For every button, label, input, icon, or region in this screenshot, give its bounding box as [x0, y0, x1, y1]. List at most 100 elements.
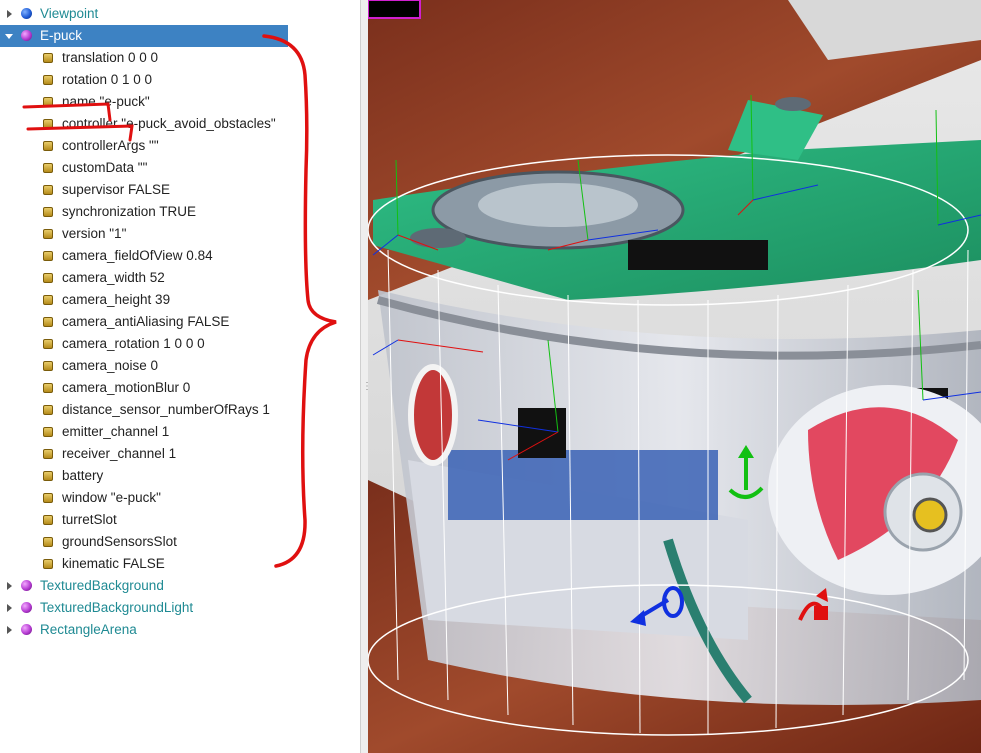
field-label: kinematic FALSE: [62, 556, 165, 571]
field-icon: [43, 493, 53, 503]
field-icon: [43, 449, 53, 459]
field-label: camera_height 39: [62, 292, 171, 307]
field-icon: [43, 185, 53, 195]
3d-viewport[interactable]: [368, 0, 981, 753]
expand-arrow-icon[interactable]: [7, 626, 12, 634]
expand-arrow-icon[interactable]: [7, 604, 12, 612]
field-row[interactable]: camera_antiAliasing FALSE: [0, 311, 360, 333]
expand-arrow-icon[interactable]: [7, 10, 12, 18]
purple-sphere-icon: [21, 580, 32, 591]
field-row[interactable]: turretSlot: [0, 509, 360, 531]
field-label: camera_antiAliasing FALSE: [62, 314, 230, 329]
field-icon: [43, 295, 53, 305]
field-row[interactable]: groundSensorsSlot: [0, 531, 360, 553]
field-row[interactable]: camera_height 39: [0, 289, 360, 311]
field-icon: [43, 339, 53, 349]
field-row[interactable]: camera_width 52: [0, 267, 360, 289]
field-row[interactable]: distance_sensor_numberOfRays 1: [0, 399, 360, 421]
field-label: synchronization TRUE: [62, 204, 197, 219]
field-row[interactable]: camera_fieldOfView 0.84: [0, 245, 360, 267]
field-row[interactable]: receiver_channel 1: [0, 443, 360, 465]
field-label: camera_fieldOfView 0.84: [62, 248, 213, 263]
scene-tree-panel[interactable]: Viewpoint E-puck translation 0 0 0 rotat…: [0, 0, 360, 753]
field-icon: [43, 515, 53, 525]
field-label: name "e-puck": [62, 94, 150, 109]
field-icon: [43, 141, 53, 151]
field-row[interactable]: version "1": [0, 223, 360, 245]
field-row[interactable]: camera_motionBlur 0: [0, 377, 360, 399]
field-row[interactable]: window "e-puck": [0, 487, 360, 509]
camera-overlay-icon[interactable]: [368, 0, 421, 19]
field-label: customData "": [62, 160, 148, 175]
field-row[interactable]: translation 0 0 0: [0, 47, 360, 69]
field-row[interactable]: supervisor FALSE: [0, 179, 360, 201]
panel-splitter[interactable]: ⋮: [360, 0, 372, 753]
field-row[interactable]: battery: [0, 465, 360, 487]
field-row[interactable]: camera_rotation 1 0 0 0: [0, 333, 360, 355]
field-icon: [43, 383, 53, 393]
field-label: camera_noise 0: [62, 358, 159, 373]
tree-node-viewpoint[interactable]: Viewpoint: [0, 3, 360, 25]
field-label: version "1": [62, 226, 127, 241]
field-label: rotation 0 1 0 0: [62, 72, 153, 87]
purple-sphere-icon: [21, 30, 32, 41]
field-label: camera_rotation 1 0 0 0: [62, 336, 205, 351]
node-label: Viewpoint: [40, 6, 99, 21]
field-icon: [43, 427, 53, 437]
field-row[interactable]: kinematic FALSE: [0, 553, 360, 575]
field-label: camera_motionBlur 0: [62, 380, 191, 395]
field-icon: [43, 97, 53, 107]
screw-head: [410, 228, 466, 248]
field-label: emitter_channel 1: [62, 424, 170, 439]
field-icon: [43, 229, 53, 239]
field-row[interactable]: customData "": [0, 157, 360, 179]
node-label: E-puck: [40, 28, 83, 43]
field-row[interactable]: rotation 0 1 0 0: [0, 69, 360, 91]
field-label: controllerArgs "": [62, 138, 159, 153]
field-icon: [43, 559, 53, 569]
purple-sphere-icon: [21, 624, 32, 635]
field-label: battery: [62, 468, 104, 483]
field-row[interactable]: controller "e-puck_avoid_obstacles": [0, 113, 360, 135]
purple-sphere-icon: [21, 602, 32, 613]
field-icon: [43, 405, 53, 415]
field-label: controller "e-puck_avoid_obstacles": [62, 116, 276, 131]
speaker-center: [478, 183, 638, 227]
collapse-arrow-icon[interactable]: [5, 34, 13, 39]
field-icon: [43, 361, 53, 371]
node-label: TexturedBackgroundLight: [40, 600, 194, 615]
field-row[interactable]: emitter_channel 1: [0, 421, 360, 443]
tree-node-rectanglearena[interactable]: RectangleArena: [0, 619, 360, 641]
field-icon: [43, 317, 53, 327]
tree-node-texturedbackground[interactable]: TexturedBackground: [0, 575, 360, 597]
node-label: TexturedBackground: [40, 578, 164, 593]
tree-node-e-puck[interactable]: E-puck: [0, 25, 288, 47]
field-icon: [43, 251, 53, 261]
connector-block: [628, 240, 768, 270]
field-label: turretSlot: [62, 512, 117, 527]
blue-sphere-icon: [21, 8, 32, 19]
field-icon: [43, 537, 53, 547]
field-label: supervisor FALSE: [62, 182, 171, 197]
field-icon: [43, 75, 53, 85]
field-row[interactable]: synchronization TRUE: [0, 201, 360, 223]
field-row[interactable]: camera_noise 0: [0, 355, 360, 377]
field-row[interactable]: controllerArgs "": [0, 135, 360, 157]
field-label: groundSensorsSlot: [62, 534, 177, 549]
screw-head: [775, 97, 811, 111]
tree-node-texturedbackgroundlight[interactable]: TexturedBackgroundLight: [0, 597, 360, 619]
3d-scene[interactable]: [368, 0, 981, 753]
field-icon: [43, 53, 53, 63]
battery-block: [448, 450, 718, 520]
wheel-axle: [912, 497, 948, 533]
field-row[interactable]: name "e-puck": [0, 91, 360, 113]
left-wheel: [408, 364, 458, 466]
node-label: RectangleArena: [40, 622, 137, 637]
field-label: distance_sensor_numberOfRays 1: [62, 402, 270, 417]
field-icon: [43, 207, 53, 217]
field-label: camera_width 52: [62, 270, 165, 285]
field-icon: [43, 163, 53, 173]
field-label: window "e-puck": [62, 490, 161, 505]
field-icon: [43, 119, 53, 129]
expand-arrow-icon[interactable]: [7, 582, 12, 590]
